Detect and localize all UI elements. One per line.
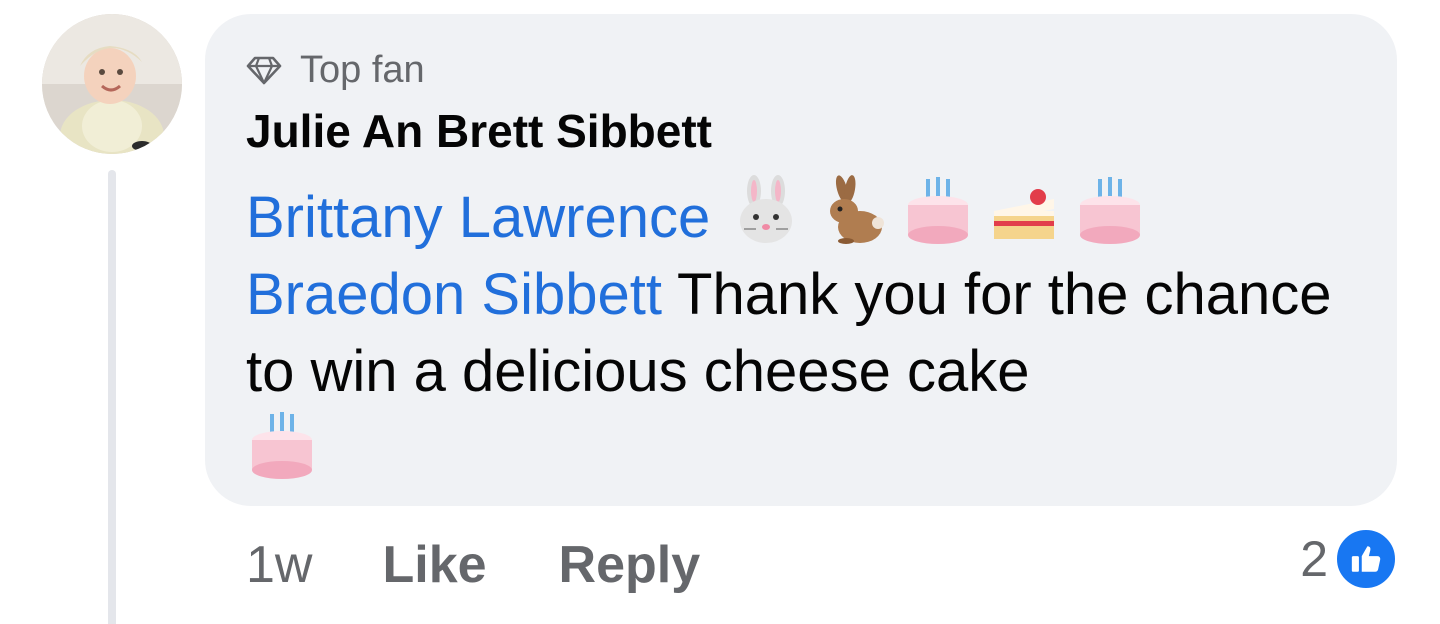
rabbit-emoji <box>816 175 888 247</box>
reaction-count: 2 <box>1300 531 1328 587</box>
avatar[interactable] <box>42 14 182 154</box>
top-fan-badge[interactable]: Top fan <box>246 46 425 94</box>
birthday-cake-emoji <box>1074 175 1146 247</box>
reply-button[interactable]: Reply <box>559 535 701 595</box>
mention-link[interactable]: Braedon Sibbett <box>246 262 662 327</box>
birthday-cake-emoji <box>246 410 318 482</box>
thread-line <box>108 170 116 624</box>
like-button[interactable]: Like <box>382 535 486 595</box>
comment-container: Top fan Julie An Brett Sibbett Brittany … <box>0 0 1440 624</box>
diamond-icon <box>246 56 282 85</box>
thumbs-up-icon <box>1334 527 1398 591</box>
badge-label: Top fan <box>300 48 425 91</box>
comment-actions: 1w Like Reply <box>246 530 700 600</box>
mention-link[interactable]: Brittany Lawrence <box>246 185 710 250</box>
timestamp[interactable]: 1w <box>246 535 312 595</box>
comment-text: Brittany Lawrence Braedon Sibbett Thank y… <box>246 175 1366 491</box>
avatar-image <box>42 14 182 154</box>
comment-author[interactable]: Julie An Brett Sibbett <box>246 104 712 158</box>
shortcake-emoji <box>988 175 1060 247</box>
birthday-cake-emoji <box>902 175 974 247</box>
rabbit-face-emoji <box>730 175 802 247</box>
reaction-summary[interactable]: 2 <box>1300 526 1398 592</box>
